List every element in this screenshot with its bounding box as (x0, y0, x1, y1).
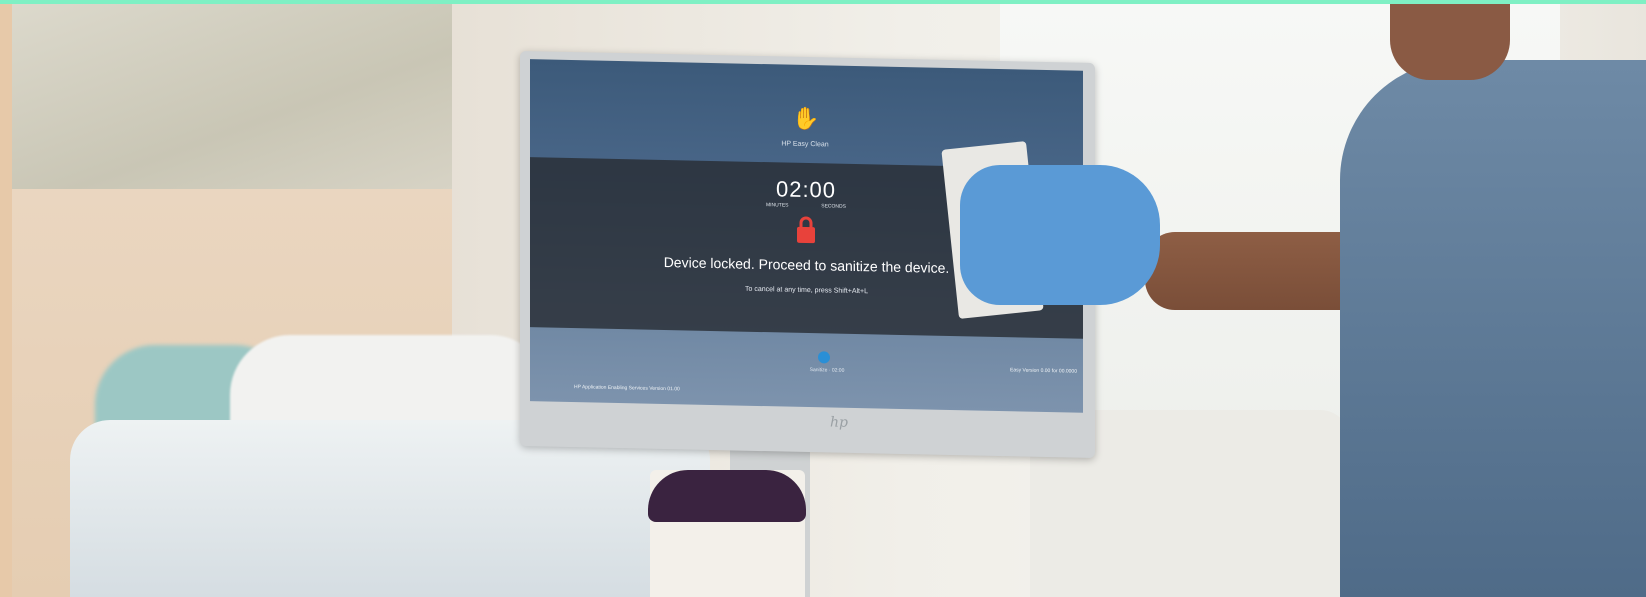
app-name: HP Easy Clean (781, 140, 829, 149)
blue-glove (960, 165, 1160, 305)
timer-unit-minutes: MINUTES (766, 202, 789, 209)
hp-logo-icon: hp (830, 414, 848, 431)
status-dot-icon (818, 351, 830, 364)
photo-scene: ✋ HP Easy Clean 02:00 MINUTES SECONDS De… (0, 0, 1646, 597)
left-edge-strip (0, 4, 12, 597)
hand-sparkle-icon: ✋ (792, 105, 820, 132)
floral-wallpaper (12, 4, 452, 189)
countdown-timer: 02:00 (775, 176, 837, 203)
footer-version-left: HP Application Enabling Services Version… (574, 384, 680, 393)
status-label: Sanitize · 02:00 (809, 367, 845, 374)
wipes-container-lid (648, 470, 806, 522)
person-chin (1390, 0, 1510, 80)
padlock-icon (797, 216, 815, 244)
top-accent-bar (0, 0, 1646, 4)
timer-unit-seconds: SECONDS (821, 203, 846, 210)
person-scrubs (1340, 60, 1646, 597)
footer-version-right: Easy Version 0.00 for 00.0000 (1010, 367, 1077, 375)
